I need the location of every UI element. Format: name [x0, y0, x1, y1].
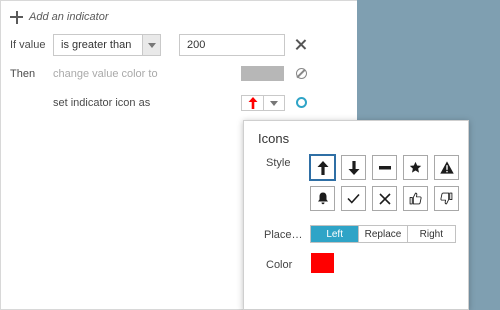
set-icon-label: set indicator icon as [53, 97, 151, 109]
icon-option-bell[interactable] [310, 186, 335, 211]
check-icon [347, 193, 360, 204]
operator-select[interactable]: is greater than [53, 34, 161, 56]
chevron-down-icon [147, 42, 156, 48]
star-icon [409, 161, 422, 173]
active-indicator-icon[interactable] [296, 97, 307, 108]
if-value-label: If value [10, 39, 46, 51]
icon-option-check[interactable] [341, 186, 366, 211]
placement-segmented-control: Left Replace Right [310, 225, 456, 243]
change-color-label: change value color to [53, 68, 158, 80]
style-label: Style [266, 157, 291, 169]
picker-dropdown[interactable] [264, 96, 284, 110]
icon-option-star[interactable] [403, 155, 428, 180]
color-label: Color [266, 259, 293, 271]
threshold-input[interactable] [179, 34, 285, 56]
arrow-up-icon [242, 96, 264, 110]
arrow-up-icon [317, 160, 328, 175]
arrow-down-icon [348, 160, 359, 175]
disable-icon[interactable] [296, 68, 307, 79]
icon-option-thumbs-down[interactable] [434, 186, 459, 211]
thumbs-down-icon [440, 192, 453, 205]
bell-icon [317, 192, 328, 205]
placement-right-button[interactable]: Right [407, 226, 455, 242]
dropdown-arrow[interactable] [142, 35, 160, 55]
plus-icon [10, 10, 23, 24]
icon-option-arrow-down[interactable] [341, 155, 366, 180]
popover-title: Icons [258, 131, 290, 146]
icon-color-swatch[interactable] [311, 253, 334, 273]
placement-label: Place… [264, 229, 303, 241]
chevron-down-icon [270, 100, 278, 106]
then-label: Then [10, 68, 36, 80]
placement-left-button[interactable]: Left [311, 226, 360, 242]
add-indicator-label: Add an indicator [29, 11, 109, 23]
icon-option-x[interactable] [372, 186, 397, 211]
close-icon[interactable] [295, 39, 306, 50]
add-indicator-button[interactable]: Add an indicator [10, 9, 109, 25]
icon-option-arrow-up[interactable] [310, 155, 335, 180]
operator-select-value: is greater than [61, 39, 132, 51]
icon-style-grid [310, 155, 459, 211]
icon-option-warning[interactable] [434, 155, 459, 180]
placement-replace-button[interactable]: Replace [359, 226, 408, 242]
indicator-icon-picker[interactable] [241, 95, 285, 111]
icon-option-minus[interactable] [372, 155, 397, 180]
icon-option-thumbs-up[interactable] [403, 186, 428, 211]
icons-popover: Icons Style Place… Left Replace Right Co… [243, 120, 469, 310]
value-color-swatch[interactable] [241, 66, 284, 81]
x-icon [378, 192, 391, 205]
warning-icon [439, 161, 454, 174]
minus-icon [378, 165, 391, 169]
thumbs-up-icon [409, 192, 422, 205]
